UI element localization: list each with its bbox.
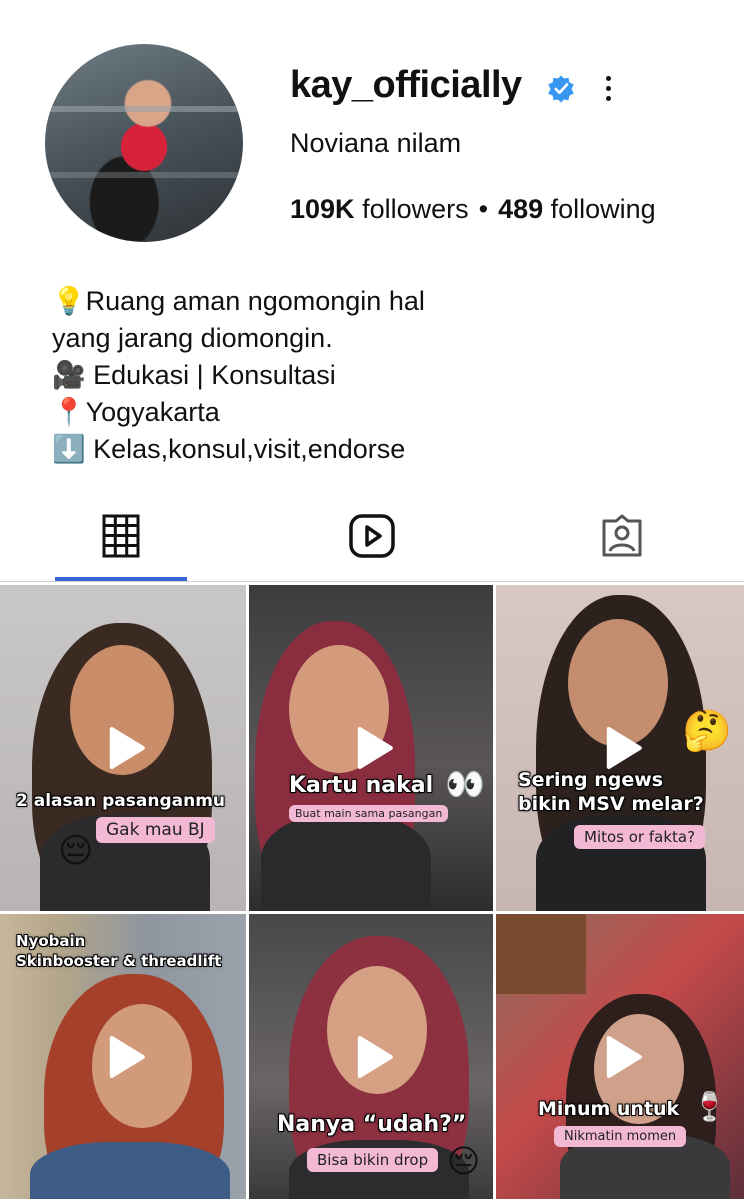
bio-line: 💡Ruang aman ngomongin hal [52, 286, 425, 316]
more-options-icon[interactable] [596, 70, 620, 106]
play-icon [606, 727, 642, 769]
play-icon [357, 1035, 393, 1078]
stats-separator: • [478, 194, 489, 224]
post-tile[interactable]: Nyobain Skinbooster & threadlift [0, 914, 246, 1199]
post-tile[interactable]: 2 alasan pasanganmu Gak mau BJ 😔 [0, 585, 246, 911]
post-caption: 2 alasan pasanganmu [16, 791, 226, 811]
following-count: 489 [498, 194, 544, 224]
full-name: Noviana nilam [290, 128, 462, 158]
avatar-photo-detail [45, 106, 243, 112]
bio-line: ⬇️ Kelas,konsul,visit,endorse [52, 434, 406, 464]
bio-line: 📍Yogyakarta [52, 397, 220, 427]
bio-line: yang jarang diomongin. [52, 323, 333, 353]
tab-reels[interactable] [306, 490, 438, 582]
post-caption-line: Nyobain [16, 932, 86, 950]
post-tile[interactable]: Nanya “udah?” Bisa bikin drop 😔 [249, 914, 493, 1199]
tab-tagged[interactable] [556, 490, 688, 582]
play-icon [109, 1035, 145, 1078]
post-tile[interactable]: Kartu nakal 👀 Buat main sama pasangan [249, 585, 493, 911]
profile-stats: 109K followers • 489 following [290, 194, 656, 225]
reels-icon [349, 514, 395, 558]
play-icon [606, 1035, 642, 1078]
post-emoji: 😔 [447, 1142, 481, 1180]
post-emoji: 🤔 [682, 708, 732, 754]
followers-label: followers [362, 194, 469, 224]
post-subcaption: Mitos or fakta? [574, 825, 706, 849]
bio: 💡Ruang aman ngomongin hal yang jarang di… [52, 283, 692, 468]
post-subcaption: Buat main sama pasangan [289, 805, 449, 822]
post-caption: Kartu nakal [289, 773, 434, 798]
username: kay_officially [290, 64, 522, 106]
post-caption-line: Sering ngews [518, 769, 664, 791]
post-emoji: 😔 [58, 831, 94, 871]
avatar-photo-detail [45, 172, 243, 178]
followers-count: 109K [290, 194, 355, 224]
post-tile[interactable]: 🤔 Sering ngews bikin MSV melar? Mitos or… [496, 585, 744, 911]
post-tile[interactable]: Minum untuk 🍷 Nikmatin momen [496, 914, 744, 1199]
active-tab-indicator [55, 577, 187, 581]
post-caption: Nanya “udah?” [277, 1112, 467, 1137]
bio-line: 🎥 Edukasi | Konsultasi [52, 360, 336, 390]
post-emoji: 🍷 [692, 1090, 727, 1123]
post-caption-line: Skinbooster & threadlift [16, 952, 222, 970]
grid-icon [102, 514, 140, 558]
post-subcaption: Gak mau BJ [96, 817, 215, 843]
following-label: following [550, 194, 656, 224]
tagged-icon [602, 514, 642, 557]
followers-link[interactable]: 109K followers [290, 194, 469, 224]
post-subcaption: Bisa bikin drop [307, 1148, 439, 1172]
play-icon [109, 727, 145, 769]
posts-grid: 2 alasan pasanganmu Gak mau BJ 😔 Kartu n… [0, 585, 744, 1199]
post-caption-line: bikin MSV melar? [518, 793, 704, 815]
post-caption: Minum untuk [538, 1098, 680, 1120]
following-link[interactable]: 489 following [498, 194, 656, 224]
profile-avatar[interactable] [45, 44, 243, 242]
profile-tabs [0, 490, 744, 582]
verified-badge-icon [548, 75, 574, 103]
play-icon [357, 727, 393, 769]
post-subcaption: Nikmatin momen [554, 1126, 687, 1147]
tab-grid[interactable] [55, 490, 187, 582]
post-emoji: 👀 [445, 765, 485, 803]
